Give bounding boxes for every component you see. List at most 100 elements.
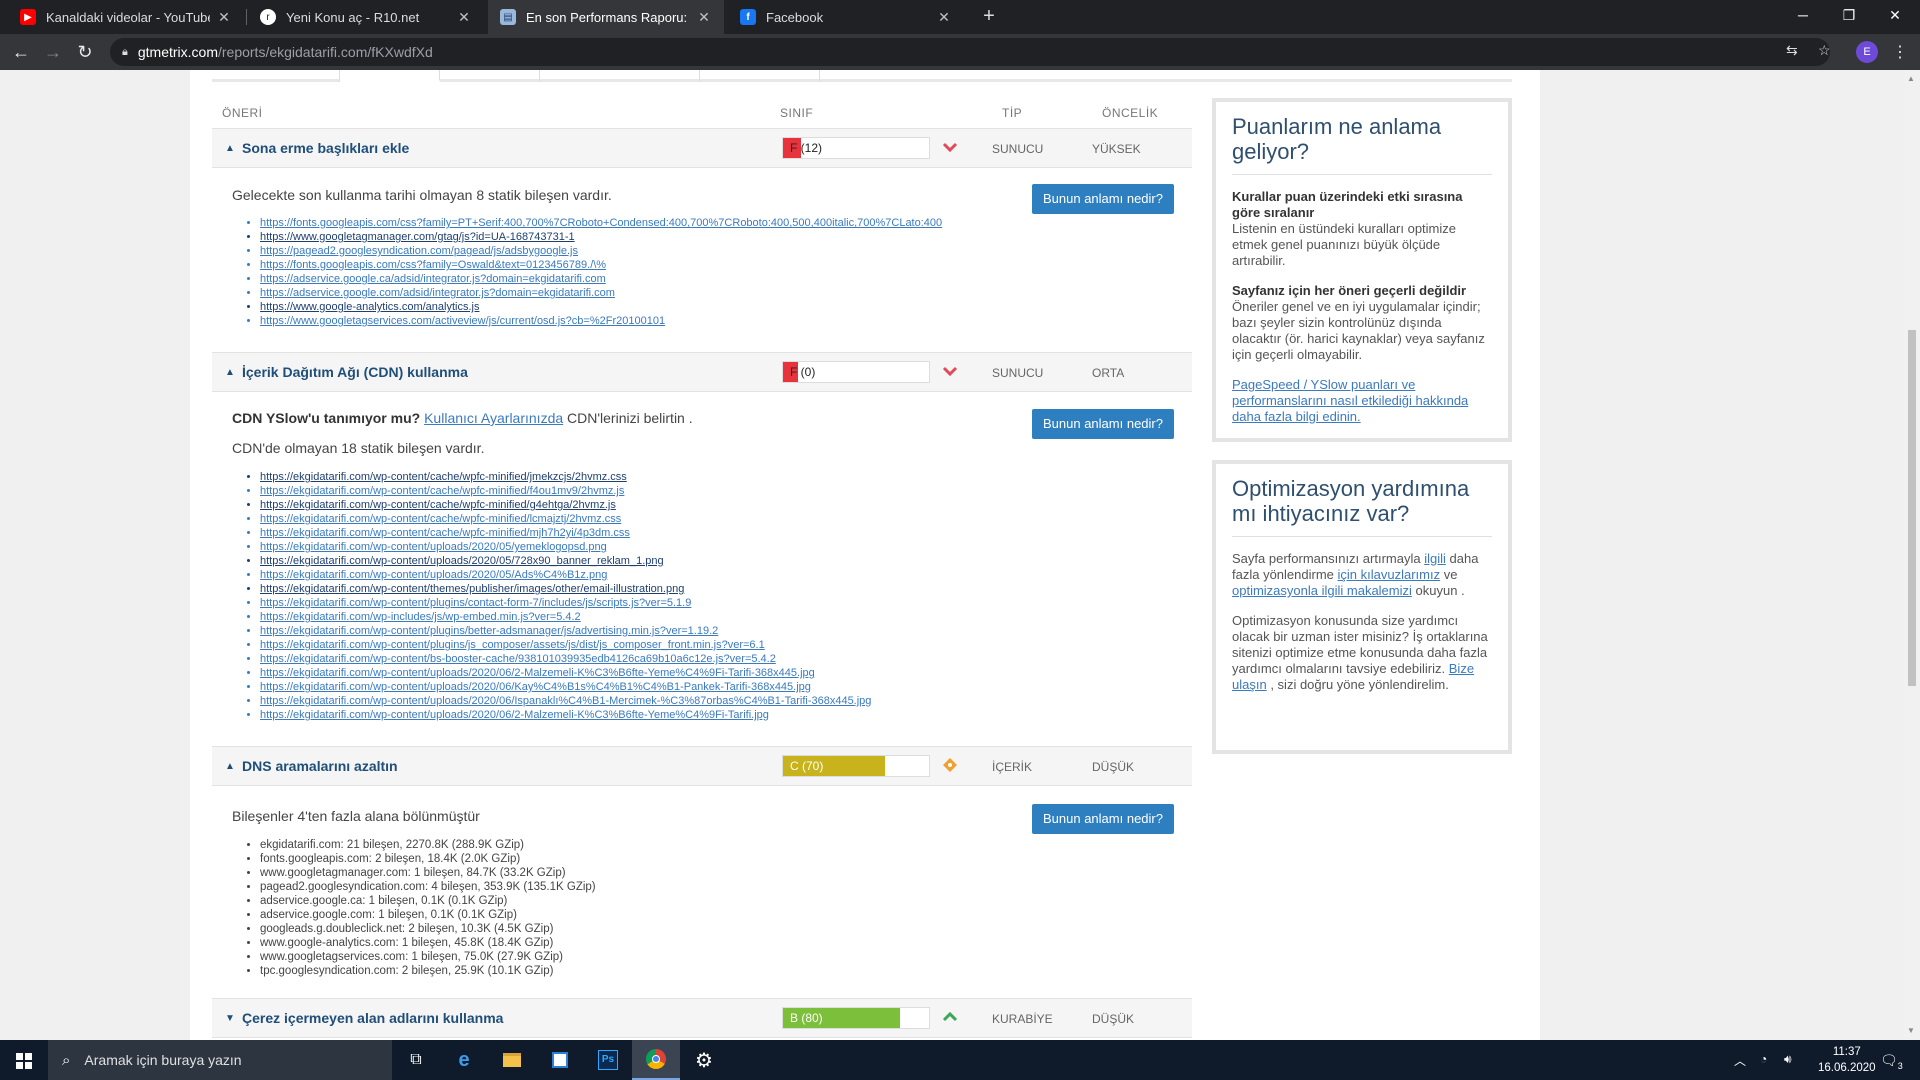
user-settings-link[interactable]: Kullanıcı Ayarlarınızda (424, 410, 563, 426)
resource-link[interactable]: https://ekgidatarifi.com/wp-content/uplo… (260, 568, 871, 582)
photoshop-icon[interactable]: Ps (584, 1040, 632, 1080)
tab-title: Yeni Konu aç - R10.net (286, 9, 420, 25)
back-button[interactable]: ← (10, 42, 32, 62)
r10-icon: r (260, 9, 276, 25)
page-viewport: ÖNERİ SINIF TİP ÖNCELİK ▲ Sona erme başl… (0, 70, 1904, 1040)
taskbar-search-input[interactable]: ⌕ Aramak için buraya yazın (48, 1040, 392, 1080)
rule-row-cookie-free-domains[interactable]: ▼ Çerez içermeyen alan adlarını kullanma… (212, 998, 1192, 1038)
resource-link[interactable]: https://ekgidatarifi.com/wp-content/uplo… (260, 694, 871, 708)
tray-chevron-icon[interactable]: ︿ (1734, 1052, 1746, 1069)
resource-link[interactable]: https://ekgidatarifi.com/wp-content/plug… (260, 638, 871, 652)
restore-button[interactable]: ❐ (1826, 0, 1872, 30)
reload-button[interactable]: ↻ (74, 42, 96, 62)
expand-triangle-icon[interactable]: ▼ (225, 1013, 235, 1024)
browser-tab-facebook[interactable]: f Facebook ✕ (728, 0, 964, 34)
rule-priority: DÜŞÜK (1092, 1012, 1135, 1026)
collapse-triangle-icon[interactable]: ▲ (225, 761, 235, 772)
resource-link[interactable]: https://adservice.google.com/adsid/integ… (260, 286, 942, 300)
rule-name[interactable]: Çerez içermeyen alan adlarını kullanma (242, 1010, 503, 1026)
guides-link[interactable]: için kılavuzlarımız (1338, 567, 1441, 582)
scroll-up-arrow-icon[interactable]: ▲ (1907, 74, 1915, 83)
windows-start-icon[interactable] (0, 1040, 48, 1080)
rule-name[interactable]: Sona erme başlıkları ekle (242, 140, 409, 156)
task-view-icon[interactable]: ⧉ (392, 1040, 440, 1080)
browser-tab-gtmetrix[interactable]: ▤ En son Performans Raporu: http:/ ✕ (488, 0, 724, 34)
settings-gear-icon[interactable]: ⚙ (680, 1040, 728, 1080)
rule-row-cdn[interactable]: ▲ İçerik Dağıtım Ağı (CDN) kullanma F (0… (212, 352, 1192, 392)
rule-row-expires-headers[interactable]: ▲ Sona erme başlıkları ekle F (12) SUNUC… (212, 128, 1192, 168)
rule-name[interactable]: İçerik Dağıtım Ağı (CDN) kullanma (242, 364, 468, 380)
translate-icon[interactable]: ⇆ (1786, 42, 1798, 59)
resource-link[interactable]: https://ekgidatarifi.com/wp-content/cach… (260, 470, 871, 484)
bookmark-star-icon[interactable]: ☆ (1818, 42, 1831, 59)
resource-link[interactable]: https://www.googletagservices.com/active… (260, 314, 942, 328)
browser-tab-r10[interactable]: r Yeni Konu aç - R10.net ✕ (248, 0, 484, 34)
related-link[interactable]: ilgili (1424, 551, 1446, 566)
volume-icon[interactable]: 🔊︎ (1784, 1052, 1792, 1067)
tab-close-icon[interactable]: ✕ (216, 9, 232, 26)
domain-list: ekgidatarifi.com: 21 bileşen, 2270.8K (2… (260, 838, 596, 978)
rule-priority: ORTA (1092, 366, 1125, 380)
learn-more-link[interactable]: PageSpeed / YSlow puanları ve performans… (1232, 377, 1468, 424)
optimization-article-link[interactable]: optimizasyonla ilgili makalemizi (1232, 583, 1412, 598)
trend-neutral-icon (943, 758, 957, 772)
network-icon[interactable]: ◔ (1760, 1052, 1767, 1066)
page-scrollbar[interactable]: ▲ ▼ (1904, 70, 1920, 1040)
forward-button[interactable]: → (42, 42, 64, 62)
what-does-this-mean-button[interactable]: Bunun anlamı nedir? (1032, 804, 1174, 834)
tab-close-icon[interactable]: ✕ (696, 9, 712, 26)
close-window-button[interactable]: ✕ (1872, 0, 1918, 30)
edge-icon[interactable]: e (440, 1040, 488, 1080)
address-bar[interactable]: 🔒︎ gtmetrix.com/reports/ekgidatarifi.com… (110, 38, 1830, 66)
chrome-taskbar-icon[interactable] (632, 1040, 680, 1080)
resource-link[interactable]: https://fonts.googleapis.com/css?family=… (260, 258, 942, 272)
resource-link[interactable]: https://ekgidatarifi.com/wp-content/uplo… (260, 554, 871, 568)
sidebox-bold: Sayfanız için her öneri geçerli değildir (1232, 283, 1467, 298)
resource-link[interactable]: https://adservice.google.ca/adsid/integr… (260, 272, 942, 286)
what-does-this-mean-button[interactable]: Bunun anlamı nedir? (1032, 184, 1174, 214)
scroll-down-arrow-icon[interactable]: ▼ (1907, 1026, 1915, 1035)
rule-type: SUNUCU (992, 142, 1044, 156)
resource-link[interactable]: https://www.google-analytics.com/analyti… (260, 300, 942, 314)
rule-row-dns-lookups[interactable]: ▲ DNS aramalarını azaltın C (70) İÇERİK … (212, 746, 1192, 786)
resource-link[interactable]: https://pagead2.googlesyndication.com/pa… (260, 244, 942, 258)
resource-link[interactable]: https://ekgidatarifi.com/wp-content/plug… (260, 596, 871, 610)
resource-link[interactable]: https://www.googletagmanager.com/gtag/js… (260, 230, 942, 244)
sidebox-text: , sizi doğru yöne yönlendirelim. (1270, 677, 1449, 692)
resource-link[interactable]: https://ekgidatarifi.com/wp-content/uplo… (260, 666, 871, 680)
file-explorer-icon[interactable] (488, 1040, 536, 1080)
store-icon[interactable] (536, 1040, 584, 1080)
resource-link[interactable]: https://ekgidatarifi.com/wp-content/uplo… (260, 680, 871, 694)
resource-link[interactable]: https://ekgidatarifi.com/wp-includes/js/… (260, 610, 871, 624)
rule-name[interactable]: DNS aramalarını azaltın (242, 758, 398, 774)
resource-link[interactable]: https://ekgidatarifi.com/wp-content/plug… (260, 624, 871, 638)
notification-icon[interactable]: 🗨︎3 (1880, 1052, 1903, 1071)
resource-link[interactable]: https://fonts.googleapis.com/css?family=… (260, 216, 942, 230)
what-does-this-mean-button[interactable]: Bunun anlamı nedir? (1032, 409, 1174, 439)
resource-link[interactable]: https://ekgidatarifi.com/wp-content/uplo… (260, 708, 871, 722)
tab-close-icon[interactable]: ✕ (456, 9, 472, 26)
resource-link[interactable]: https://ekgidatarifi.com/wp-content/them… (260, 582, 871, 596)
collapse-triangle-icon[interactable]: ▲ (225, 143, 235, 154)
resource-link[interactable]: https://ekgidatarifi.com/wp-content/uplo… (260, 540, 871, 554)
scrollbar-thumb[interactable] (1908, 330, 1916, 686)
rule-type: SUNUCU (992, 366, 1044, 380)
tab-close-icon[interactable]: ✕ (936, 9, 952, 26)
cdn-question: CDN YSlow'u tanımıyor mu? Kullanıcı Ayar… (232, 410, 693, 426)
grade-bar: F (0) (782, 361, 930, 383)
profile-avatar[interactable]: E (1856, 41, 1878, 63)
resource-link[interactable]: https://ekgidatarifi.com/wp-content/bs-b… (260, 652, 871, 666)
resource-link[interactable]: https://ekgidatarifi.com/wp-content/cach… (260, 498, 871, 512)
collapse-triangle-icon[interactable]: ▲ (225, 367, 235, 378)
minimize-button[interactable]: ─ (1780, 0, 1826, 30)
domain-item: adservice.google.com: 1 bileşen, 0.1K (0… (260, 908, 596, 922)
resource-link[interactable]: https://ekgidatarifi.com/wp-content/cach… (260, 484, 871, 498)
new-tab-button[interactable]: + (977, 5, 1001, 29)
sidebox-bold: Kurallar puan üzerindeki etki sırasına g… (1232, 189, 1463, 220)
domain-item: googleads.g.doubleclick.net: 2 bileşen, … (260, 922, 596, 936)
taskbar-clock[interactable]: 11:37 16.06.2020 (1818, 1044, 1876, 1076)
resource-link[interactable]: https://ekgidatarifi.com/wp-content/cach… (260, 512, 871, 526)
browser-tab-youtube[interactable]: ▶ Kanaldaki videolar - YouTube Stu ✕ (8, 0, 244, 34)
resource-link[interactable]: https://ekgidatarifi.com/wp-content/cach… (260, 526, 871, 540)
chrome-menu-icon[interactable]: ⋮ (1892, 42, 1908, 62)
